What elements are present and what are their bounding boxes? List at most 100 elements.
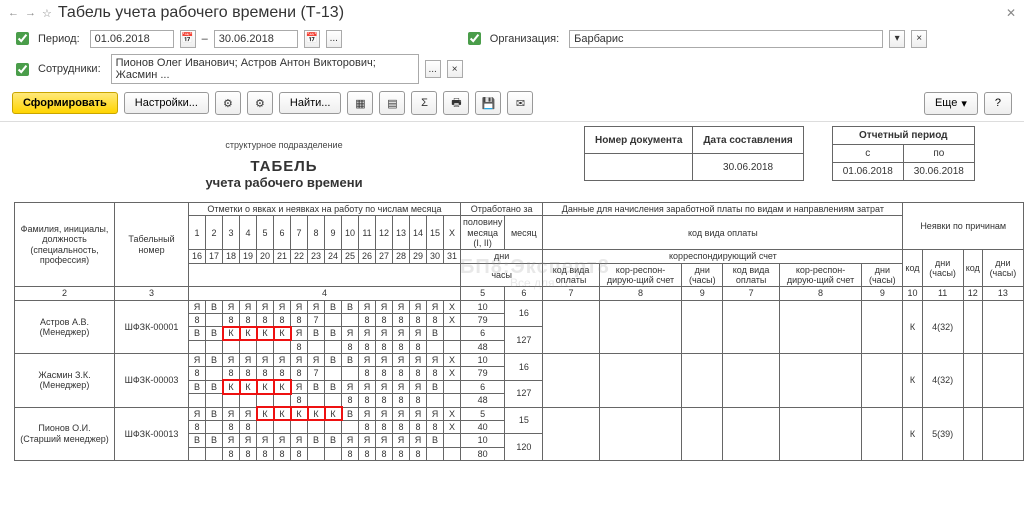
collapse-icon[interactable]: ▤: [379, 91, 405, 115]
day-header: 27: [376, 250, 393, 263]
org-clear-icon[interactable]: ×: [911, 30, 927, 48]
date-more-icon[interactable]: ...: [326, 30, 342, 48]
print-icon[interactable]: 🖶: [443, 91, 469, 115]
pay-cell: [779, 407, 861, 460]
header-dh-col: дни (часы): [682, 263, 723, 287]
half-cell: 40: [461, 420, 505, 433]
day-cell: [240, 340, 257, 353]
day-cell: [206, 420, 223, 433]
emp-checkbox[interactable]: [16, 63, 29, 76]
day-cell: [257, 340, 274, 353]
header-pay: Данные для начисления заработной платы п…: [543, 203, 903, 216]
day-cell: 8: [342, 394, 359, 407]
day-cell: 8: [223, 314, 240, 327]
day-cell: 8: [410, 367, 427, 380]
day-cell: [342, 314, 359, 327]
day-header: 1: [189, 216, 206, 250]
day-cell: 8: [410, 447, 427, 460]
colnum: 13: [982, 287, 1023, 300]
colnum: 10: [903, 287, 922, 300]
pay-cell: [723, 407, 779, 460]
day-cell: [427, 394, 444, 407]
day-header: 9: [325, 216, 342, 250]
day-cell: 8: [257, 367, 274, 380]
day-cell: Я: [291, 354, 308, 367]
org-dropdown-icon[interactable]: ▾: [889, 30, 905, 48]
day-header: 22: [291, 250, 308, 263]
day-cell: Я: [376, 354, 393, 367]
mail-icon[interactable]: ✉: [507, 91, 533, 115]
day-cell: [325, 420, 342, 433]
day-cell: Я: [359, 407, 376, 420]
help-button[interactable]: ?: [984, 92, 1012, 115]
settings-plus-icon[interactable]: ⚙: [215, 91, 241, 115]
day-header: 18: [223, 250, 240, 263]
back-icon[interactable]: ←: [8, 7, 19, 19]
day-cell: 8: [291, 447, 308, 460]
colnum: 11: [922, 287, 963, 300]
settings-minus-icon[interactable]: ⚙: [247, 91, 273, 115]
day-cell: 7: [308, 367, 325, 380]
star-icon[interactable]: ☆: [42, 7, 52, 20]
date-to-input[interactable]: 30.06.2018: [214, 30, 298, 48]
emp-input[interactable]: Пионов Олег Иванович; Астров Антон Викто…: [111, 54, 419, 84]
day-cell: 8: [291, 394, 308, 407]
save-icon[interactable]: 💾: [475, 91, 501, 115]
org-checkbox[interactable]: [468, 32, 481, 45]
day-cell: Я: [274, 354, 291, 367]
day-cell: 8: [376, 447, 393, 460]
abs-code-cell: К: [903, 407, 922, 460]
colnum: 9: [682, 287, 723, 300]
sigma-icon[interactable]: Σ: [411, 91, 437, 115]
day-cell: [444, 447, 461, 460]
day-cell: [308, 340, 325, 353]
find-button[interactable]: Найти...: [279, 92, 342, 114]
forward-icon[interactable]: →: [25, 7, 36, 19]
day-cell: К: [240, 380, 257, 393]
half-cell: 79: [461, 367, 505, 380]
emp-clear-icon[interactable]: ×: [447, 60, 463, 78]
month-cell: 15: [505, 407, 543, 434]
date-from-input[interactable]: 01.06.2018: [90, 30, 174, 48]
day-cell: Я: [427, 300, 444, 313]
abs-code-cell: К: [903, 300, 922, 353]
day-cell: 8: [189, 367, 206, 380]
day-cell: К: [274, 327, 291, 340]
calendar-to-icon[interactable]: 📅: [304, 30, 320, 48]
day-cell: [427, 447, 444, 460]
half-cell: 5: [461, 407, 505, 420]
abs-code-cell2: [963, 354, 982, 407]
emp-more-icon[interactable]: ...: [425, 60, 441, 78]
colnum: 4: [189, 287, 461, 300]
day-cell: 8: [427, 314, 444, 327]
day-header: 20: [257, 250, 274, 263]
generate-button[interactable]: Сформировать: [12, 92, 118, 114]
day-cell: В: [342, 407, 359, 420]
expand-icon[interactable]: ▦: [347, 91, 373, 115]
day-cell: 8: [359, 420, 376, 433]
day-cell: Я: [291, 300, 308, 313]
colnum: 7: [723, 287, 779, 300]
day-cell: [325, 394, 342, 407]
close-icon[interactable]: ✕: [1006, 6, 1016, 20]
calendar-from-icon[interactable]: 📅: [180, 30, 196, 48]
more-button[interactable]: Еще ▾: [924, 92, 978, 115]
colnum: 7: [543, 287, 599, 300]
day-cell: 8: [189, 420, 206, 433]
pay-cell: [599, 354, 681, 407]
day-cell: Я: [291, 434, 308, 447]
day-cell: 8: [359, 394, 376, 407]
header-corr-col: кор-респон-дирую-щий счет: [599, 263, 681, 287]
day-cell: [257, 394, 274, 407]
day-cell: В: [325, 327, 342, 340]
pay-cell: [862, 300, 903, 353]
day-header: 19: [240, 250, 257, 263]
half-cell: 10: [461, 354, 505, 367]
header-month: месяц: [505, 216, 543, 250]
period-checkbox[interactable]: [16, 32, 29, 45]
settings-button[interactable]: Настройки...: [124, 92, 209, 114]
header-abs: Неявки по причинам: [903, 203, 1024, 250]
day-cell: Я: [240, 434, 257, 447]
day-cell: Я: [376, 380, 393, 393]
org-input[interactable]: Барбарис: [569, 30, 883, 48]
